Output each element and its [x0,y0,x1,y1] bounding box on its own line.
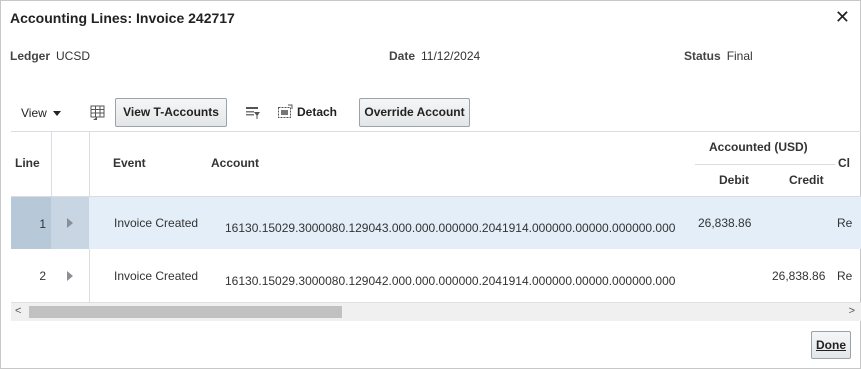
column-header-credit[interactable]: Credit [789,173,824,187]
status-field: Status Final [684,49,753,63]
row-credit: 26,838.86 [772,269,826,283]
column-header-event[interactable]: Event [113,156,146,170]
table-row[interactable]: 1 Invoice Created 16130.15029.3000080.12… [11,197,861,249]
row-line-number: 2 [39,269,46,283]
column-header-debit[interactable]: Debit [719,173,749,187]
table-row[interactable]: 2 Invoice Created 16130.15029.3000080.12… [11,250,861,302]
column-header-accounted-usd: Accounted (USD) [709,140,808,154]
column-divider [51,132,52,196]
status-label: Status [684,49,721,63]
column-group-divider [695,164,835,165]
accounting-lines-dialog: Accounting Lines: Invoice 242717 ✕ Ledge… [0,0,861,369]
expand-row-icon[interactable] [67,271,73,281]
column-header-truncated[interactable]: Cl [838,156,850,170]
detach-label: Detach [297,105,338,120]
expand-row-icon[interactable] [67,218,73,228]
date-label: Date [389,49,416,63]
date-value: 11/12/2024 [421,49,481,63]
column-header-line[interactable]: Line [15,156,40,170]
scroll-right-icon[interactable]: > [849,305,855,317]
scrollbar-thumb[interactable] [29,306,342,318]
row-line-cell: 2 [11,250,51,302]
dialog-title: Accounting Lines: Invoice 242717 [10,10,235,26]
accounting-lines-table: Line Event Account Accounted (USD) Debit… [11,131,861,304]
row-expand-cell[interactable] [51,197,89,249]
close-icon[interactable]: ✕ [835,7,850,27]
row-debit: 26,838.86 [698,216,752,230]
done-button[interactable]: Done [811,331,851,359]
view-t-accounts-button[interactable]: View T-Accounts [115,98,227,127]
toolbar: View View T-Accounts Detach Override Acc… [1,98,861,128]
column-header-account[interactable]: Account [211,156,259,170]
row-line-number: 1 [39,217,46,231]
row-event: Invoice Created [114,216,199,230]
status-value: Final [726,49,753,63]
row-account: 16130.15029.3000080.129043.000.000.00000… [225,221,676,235]
view-menu-label: View [21,106,47,120]
detach-icon [278,104,293,118]
row-account: 16130.15029.3000080.129042.000.000.00000… [225,274,676,288]
row-event: Invoice Created [114,269,199,283]
row-expand-cell[interactable] [51,250,89,302]
date-field: Date 11/12/2024 [389,49,480,63]
view-menu[interactable]: View [21,106,61,120]
row-truncated: Re [837,216,853,230]
chevron-down-icon [52,111,61,117]
override-account-button[interactable]: Override Account [359,98,470,127]
freeze-columns-icon[interactable] [89,104,107,122]
query-by-example-icon[interactable] [244,104,262,122]
horizontal-scrollbar[interactable]: < > [11,302,861,321]
row-truncated: Re [837,269,853,283]
ledger-field: Ledger UCSD [10,49,90,63]
scroll-left-icon[interactable]: < [15,305,21,317]
row-line-cell: 1 [11,197,51,249]
detach-button[interactable]: Detach [277,104,337,120]
ledger-value: UCSD [56,49,91,63]
ledger-label: Ledger [10,49,51,63]
